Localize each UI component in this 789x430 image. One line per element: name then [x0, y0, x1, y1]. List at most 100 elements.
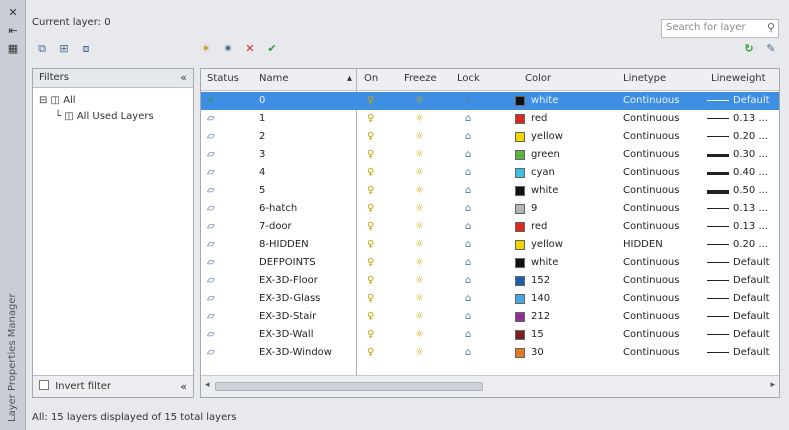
scroll-right-icon[interactable]: ▸ [770, 380, 775, 390]
sun-icon[interactable]: ☼ [415, 239, 424, 251]
set-current-icon[interactable]: ✔ [264, 41, 280, 57]
layer-row[interactable]: ▱ 2 ♀ ☼ ⌂ yellow Continuous 0.20 ... [201, 128, 779, 146]
settings-icon[interactable]: ✎ [763, 41, 779, 57]
lineweight[interactable]: 0.13 ... [733, 113, 768, 124]
color-swatch[interactable] [515, 150, 525, 160]
layer-row[interactable]: ▱ 6-hatch ♀ ☼ ⌂ 9 Continuous 0.13 ... [201, 200, 779, 218]
unlock-icon[interactable]: ⌂ [465, 293, 471, 305]
layer-name[interactable]: 8-HIDDEN [259, 239, 309, 250]
sun-icon[interactable]: ☼ [415, 149, 424, 161]
color-swatch[interactable] [515, 132, 525, 142]
layer-name[interactable]: EX-3D-Stair [259, 311, 316, 322]
lightbulb-icon[interactable]: ♀ [367, 185, 374, 197]
layer-row[interactable]: ▱ 1 ♀ ☼ ⌂ red Continuous 0.13 ... [201, 110, 779, 128]
color-name[interactable]: red [531, 221, 547, 232]
color-name[interactable]: white [531, 185, 558, 196]
layer-row[interactable]: ▱ EX-3D-Glass ♀ ☼ ⌂ 140 Continuous Default [201, 290, 779, 308]
color-name[interactable]: cyan [531, 167, 555, 178]
new-layer-icon[interactable]: ✶ [198, 41, 214, 57]
linetype[interactable]: Continuous [623, 185, 679, 196]
color-name[interactable]: 152 [531, 275, 550, 286]
lineweight[interactable]: 0.50 ... [733, 185, 768, 196]
unlock-icon[interactable]: ⌂ [465, 311, 471, 323]
lineweight[interactable]: 0.20 ... [733, 131, 768, 142]
layer-name[interactable]: 4 [259, 167, 265, 178]
lightbulb-icon[interactable]: ♀ [367, 131, 374, 143]
col-lineweight[interactable]: Lineweight [711, 73, 766, 84]
unlock-icon[interactable]: ⌂ [465, 275, 471, 287]
lineweight[interactable]: 0.13 ... [733, 221, 768, 232]
layer-states-icon[interactable]: ⧈ [78, 41, 94, 57]
layer-row[interactable]: ▱ 4 ♀ ☼ ⌂ cyan Continuous 0.40 ... [201, 164, 779, 182]
search-input[interactable]: Search for layer ⚲ [661, 19, 779, 38]
color-swatch[interactable] [515, 186, 525, 196]
lightbulb-icon[interactable]: ♀ [367, 203, 374, 215]
color-name[interactable]: green [531, 149, 560, 160]
unlock-icon[interactable]: ⌂ [465, 95, 471, 107]
lightbulb-icon[interactable]: ♀ [367, 311, 374, 323]
lineweight[interactable]: Default [733, 293, 770, 304]
new-group-filter-icon[interactable]: ⊞ [56, 41, 72, 57]
sun-icon[interactable]: ☼ [415, 203, 424, 215]
linetype[interactable]: Continuous [623, 347, 679, 358]
col-on[interactable]: On [364, 73, 378, 84]
linetype[interactable]: Continuous [623, 203, 679, 214]
sun-icon[interactable]: ☼ [415, 275, 424, 287]
layer-name[interactable]: 1 [259, 113, 265, 124]
color-swatch[interactable] [515, 114, 525, 124]
layer-row[interactable]: ▱ 7-door ♀ ☼ ⌂ red Continuous 0.13 ... [201, 218, 779, 236]
color-swatch[interactable] [515, 204, 525, 214]
lineweight[interactable]: 0.20 ... [733, 239, 768, 250]
layer-name[interactable]: 2 [259, 131, 265, 142]
refresh-icon[interactable]: ↻ [741, 41, 757, 57]
linetype[interactable]: Continuous [623, 149, 679, 160]
sun-icon[interactable]: ☼ [415, 347, 424, 359]
color-swatch[interactable] [515, 312, 525, 322]
layer-row[interactable]: ▱ DEFPOINTS ♀ ☼ ⌂ white Continuous Default [201, 254, 779, 272]
color-swatch[interactable] [515, 294, 525, 304]
close-icon[interactable]: ✕ [6, 6, 20, 20]
color-name[interactable]: yellow [531, 131, 563, 142]
linetype[interactable]: Continuous [623, 293, 679, 304]
lightbulb-icon[interactable]: ♀ [367, 239, 374, 251]
layer-name[interactable]: EX-3D-Wall [259, 329, 313, 340]
sun-icon[interactable]: ☼ [415, 95, 424, 107]
layer-name[interactable]: 5 [259, 185, 265, 196]
color-swatch[interactable] [515, 96, 525, 106]
layer-name[interactable]: 7-door [259, 221, 292, 232]
lightbulb-icon[interactable]: ♀ [367, 95, 374, 107]
color-swatch[interactable] [515, 348, 525, 358]
unlock-icon[interactable]: ⌂ [465, 239, 471, 251]
sun-icon[interactable]: ☼ [415, 221, 424, 233]
color-name[interactable]: 30 [531, 347, 544, 358]
lightbulb-icon[interactable]: ♀ [367, 167, 374, 179]
lightbulb-icon[interactable]: ♀ [367, 257, 374, 269]
layer-row[interactable]: ▱ EX-3D-Wall ♀ ☼ ⌂ 15 Continuous Default [201, 326, 779, 344]
layer-row[interactable]: ▱ 8-HIDDEN ♀ ☼ ⌂ yellow HIDDEN 0.20 ... [201, 236, 779, 254]
col-lock[interactable]: Lock [457, 73, 480, 84]
col-color[interactable]: Color [525, 73, 551, 84]
layer-name[interactable]: EX-3D-Floor [259, 275, 318, 286]
linetype[interactable]: Continuous [623, 167, 679, 178]
layer-row[interactable]: ▱ 5 ♀ ☼ ⌂ white Continuous 0.50 ... [201, 182, 779, 200]
lineweight[interactable]: Default [733, 95, 770, 106]
lineweight[interactable]: Default [733, 257, 770, 268]
layer-row[interactable]: ▱ EX-3D-Window ♀ ☼ ⌂ 30 Continuous Default [201, 344, 779, 362]
lineweight[interactable]: 0.13 ... [733, 203, 768, 214]
color-name[interactable]: 15 [531, 329, 544, 340]
auto-hide-icon[interactable]: ⇤ [6, 24, 20, 38]
color-swatch[interactable] [515, 168, 525, 178]
layer-name[interactable]: 3 [259, 149, 265, 160]
unlock-icon[interactable]: ⌂ [465, 203, 471, 215]
col-freeze[interactable]: Freeze [404, 73, 437, 84]
color-name[interactable]: red [531, 113, 547, 124]
color-swatch[interactable] [515, 276, 525, 286]
unlock-icon[interactable]: ⌂ [465, 131, 471, 143]
col-status[interactable]: Status [207, 73, 239, 84]
scroll-left-icon[interactable]: ◂ [205, 380, 210, 390]
lightbulb-icon[interactable]: ♀ [367, 149, 374, 161]
sun-icon[interactable]: ☼ [415, 257, 424, 269]
color-name[interactable]: yellow [531, 239, 563, 250]
linetype[interactable]: Continuous [623, 257, 679, 268]
color-swatch[interactable] [515, 222, 525, 232]
